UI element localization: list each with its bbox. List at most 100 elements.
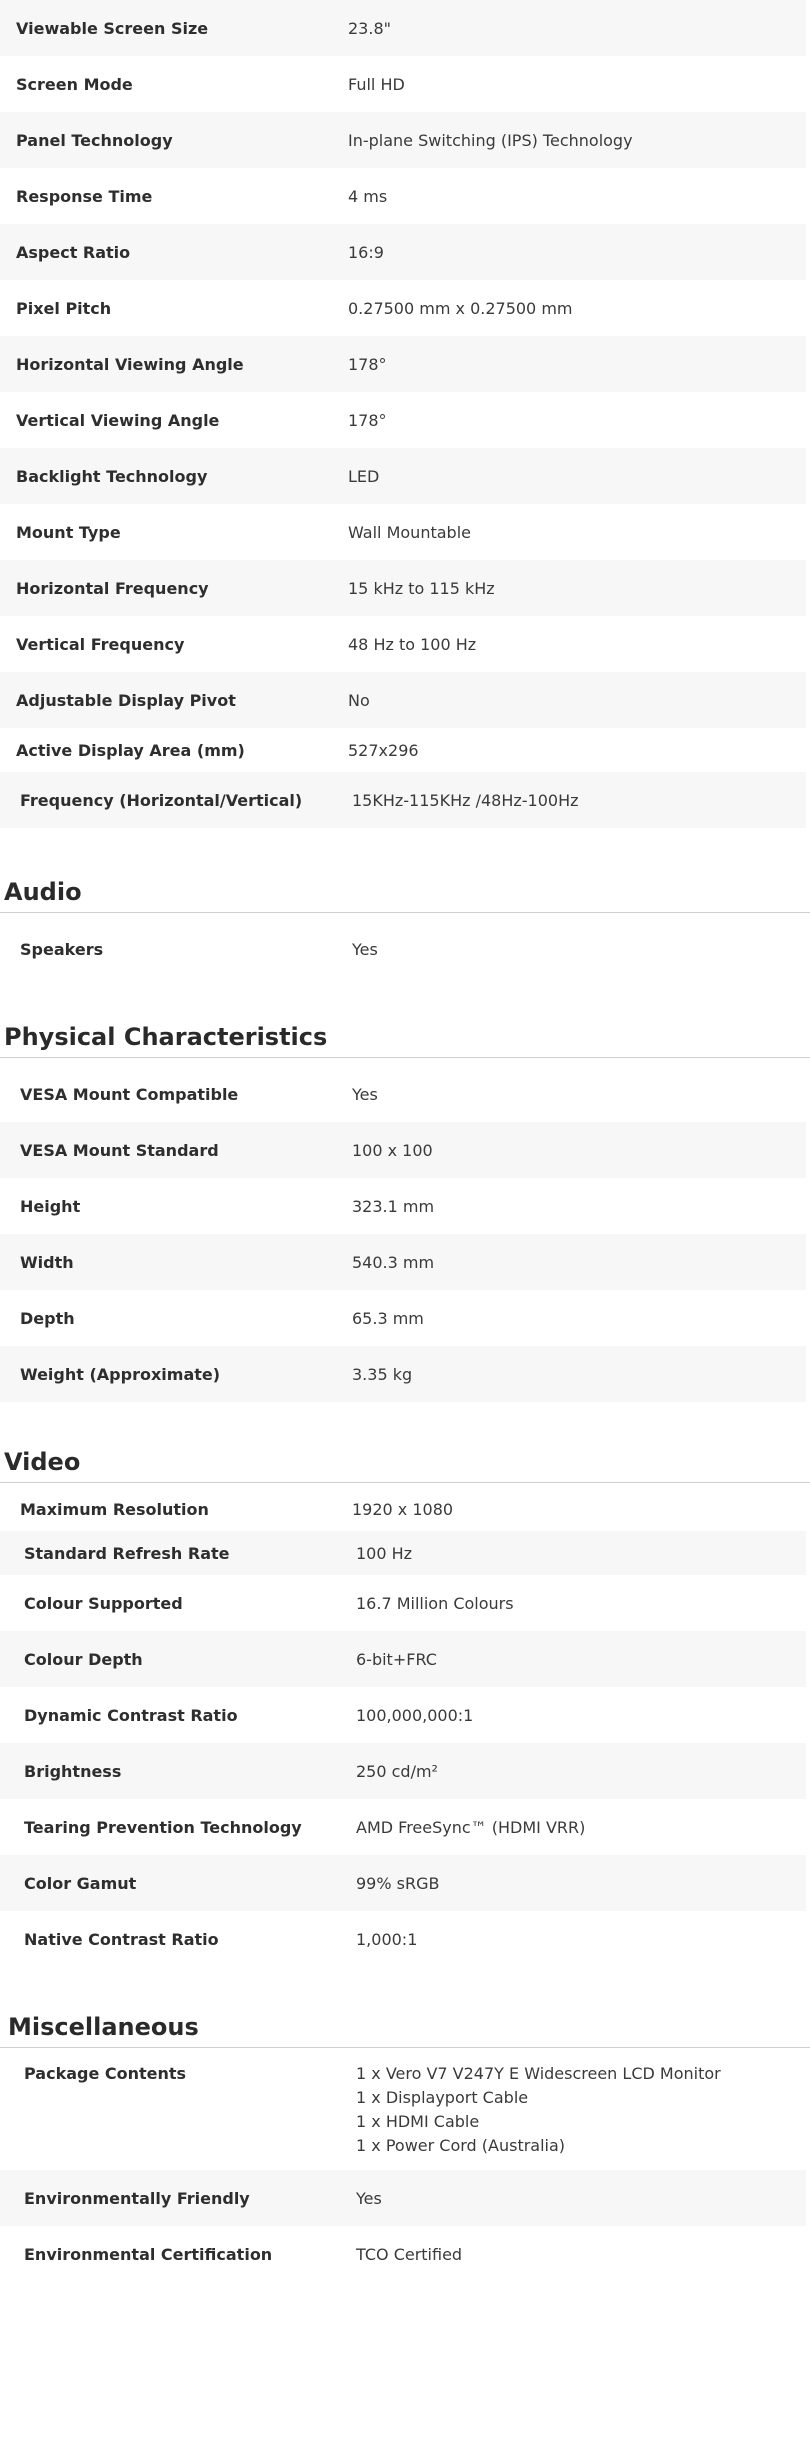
spec-row: Environmental Certification TCO Certifie…: [0, 2226, 806, 2282]
spec-value: 250 cd/m²: [356, 1761, 438, 1781]
spec-value: 65.3 mm: [352, 1308, 424, 1328]
spec-value: 16:9: [348, 242, 384, 262]
spec-label: Package Contents: [24, 2064, 187, 2083]
misc-section: Miscellaneous Package Contents 1 x Vero …: [0, 2007, 810, 2282]
spec-label: Screen Mode: [16, 74, 133, 94]
list-item: 1 x Power Cord (Australia): [356, 2136, 566, 2155]
spec-row: Active Display Area (mm) 527x296: [0, 728, 806, 772]
spec-value: 100 Hz: [356, 1543, 413, 1563]
list-item: 1 x Vero V7 V247Y E Widescreen LCD Monit…: [356, 2064, 721, 2083]
spec-label: Width: [20, 1252, 74, 1272]
physical-specs-table: VESA Mount Compatible Yes VESA Mount Sta…: [0, 1066, 806, 1402]
spec-row: VESA Mount Standard 100 x 100: [0, 1122, 806, 1178]
spec-value: 16.7 Million Colours: [356, 1593, 514, 1613]
spec-row: Brightness 250 cd/m²: [0, 1743, 806, 1799]
misc-specs-table: Package Contents 1 x Vero V7 V247Y E Wid…: [0, 2056, 806, 2282]
spec-row: Native Contrast Ratio 1,000:1: [0, 1911, 806, 1967]
spec-label: Active Display Area (mm): [16, 740, 245, 760]
spec-value: 15 kHz to 115 kHz: [348, 578, 495, 598]
spec-row: Height 323.1 mm: [0, 1178, 806, 1234]
spec-row: Mount Type Wall Mountable: [0, 504, 806, 560]
spec-row: Package Contents 1 x Vero V7 V247Y E Wid…: [0, 2056, 806, 2170]
spec-label: Mount Type: [16, 522, 121, 542]
spec-label: Environmentally Friendly: [24, 2188, 250, 2208]
spec-value: AMD FreeSync™ (HDMI VRR): [356, 1817, 586, 1837]
spec-value: Yes: [356, 2188, 382, 2208]
spec-label: Vertical Viewing Angle: [16, 410, 220, 430]
spec-label: Colour Depth: [24, 1649, 143, 1669]
spec-value: 0.27500 mm x 0.27500 mm: [348, 298, 573, 318]
video-section: Video Maximum Resolution 1920 x 1080 Sta…: [0, 1442, 810, 1967]
spec-value: 540.3 mm: [352, 1252, 435, 1272]
spec-label: Aspect Ratio: [16, 242, 131, 262]
spec-label: Vertical Frequency: [16, 634, 185, 654]
spec-row: Pixel Pitch 0.27500 mm x 0.27500 mm: [0, 280, 806, 336]
spec-row: Maximum Resolution 1920 x 1080: [0, 1487, 806, 1531]
spec-label: Speakers: [20, 939, 104, 959]
spec-value: 527x296: [348, 740, 419, 760]
spec-value: Yes: [352, 1084, 378, 1104]
spec-label: Standard Refresh Rate: [24, 1543, 230, 1563]
spec-row: Adjustable Display Pivot No: [0, 672, 806, 728]
spec-value: 1920 x 1080: [352, 1499, 454, 1519]
spec-row: Colour Depth 6-bit+FRC: [0, 1631, 806, 1687]
spec-label: Brightness: [24, 1761, 122, 1781]
spec-value: 3.35 kg: [352, 1364, 413, 1384]
spec-row: Depth 65.3 mm: [0, 1290, 806, 1346]
spec-value: 15KHz-115KHz /48Hz-100Hz: [352, 790, 579, 810]
spec-value: 1,000:1: [356, 1929, 418, 1949]
spec-row: Dynamic Contrast Ratio 100,000,000:1: [0, 1687, 806, 1743]
spec-value: 48 Hz to 100 Hz: [348, 634, 477, 654]
spec-label: Response Time: [16, 186, 153, 206]
spec-label: Native Contrast Ratio: [24, 1929, 219, 1949]
spec-label: Tearing Prevention Technology: [24, 1817, 302, 1837]
spec-row: Backlight Technology LED: [0, 448, 806, 504]
spec-row: Vertical Frequency 48 Hz to 100 Hz: [0, 616, 806, 672]
spec-row: Panel Technology In-plane Switching (IPS…: [0, 112, 806, 168]
spec-label: Height: [20, 1196, 81, 1216]
physical-section: Physical Characteristics VESA Mount Comp…: [0, 1017, 810, 1402]
spec-row: Horizontal Viewing Angle 178°: [0, 336, 806, 392]
spec-label: Horizontal Viewing Angle: [16, 354, 244, 374]
spec-label: VESA Mount Compatible: [20, 1084, 239, 1104]
spec-label: Dynamic Contrast Ratio: [24, 1705, 238, 1725]
section-title-audio: Audio: [0, 872, 810, 913]
spec-label: Color Gamut: [24, 1873, 137, 1893]
spec-value: 99% sRGB: [356, 1873, 440, 1893]
section-title-misc: Miscellaneous: [0, 2007, 810, 2048]
spec-row: Width 540.3 mm: [0, 1234, 806, 1290]
spec-label: Environmental Certification: [24, 2244, 273, 2264]
spec-value: In-plane Switching (IPS) Technology: [348, 130, 633, 150]
spec-label: Horizontal Frequency: [16, 578, 209, 598]
list-item: 1 x HDMI Cable: [356, 2112, 480, 2131]
spec-label: Weight (Approximate): [20, 1364, 221, 1384]
display-specs-table: Viewable Screen Size 23.8" Screen Mode F…: [0, 0, 806, 828]
spec-row: Response Time 4 ms: [0, 168, 806, 224]
spec-label: VESA Mount Standard: [20, 1140, 219, 1160]
spec-label: Adjustable Display Pivot: [16, 690, 236, 710]
spec-value: 6-bit+FRC: [356, 1649, 437, 1669]
spec-value: 178°: [348, 410, 387, 430]
spec-row: Color Gamut 99% sRGB: [0, 1855, 806, 1911]
spec-row: Environmentally Friendly Yes: [0, 2170, 806, 2226]
spec-label: Backlight Technology: [16, 466, 208, 486]
spec-row: Viewable Screen Size 23.8": [0, 0, 806, 56]
spec-label: Panel Technology: [16, 130, 173, 150]
spec-value: 4 ms: [348, 186, 388, 206]
spec-value: 23.8": [348, 18, 391, 38]
spec-row: Speakers Yes: [0, 921, 806, 977]
spec-row: Weight (Approximate) 3.35 kg: [0, 1346, 806, 1402]
spec-label: Viewable Screen Size: [16, 18, 209, 38]
spec-row: Screen Mode Full HD: [0, 56, 806, 112]
package-contents-list: 1 x Vero V7 V247Y E Widescreen LCD Monit…: [356, 2062, 806, 2158]
spec-value: Yes: [352, 939, 378, 959]
audio-specs-table: Speakers Yes: [0, 921, 806, 977]
spec-value: 323.1 mm: [352, 1196, 435, 1216]
spec-value: 178°: [348, 354, 387, 374]
spec-row: Tearing Prevention Technology AMD FreeSy…: [0, 1799, 806, 1855]
spec-value: Full HD: [348, 74, 405, 94]
spec-row: Horizontal Frequency 15 kHz to 115 kHz: [0, 560, 806, 616]
spec-label: Frequency (Horizontal/Vertical): [20, 790, 303, 810]
audio-section: Audio Speakers Yes: [0, 872, 810, 977]
spec-value: 100,000,000:1: [356, 1705, 474, 1725]
